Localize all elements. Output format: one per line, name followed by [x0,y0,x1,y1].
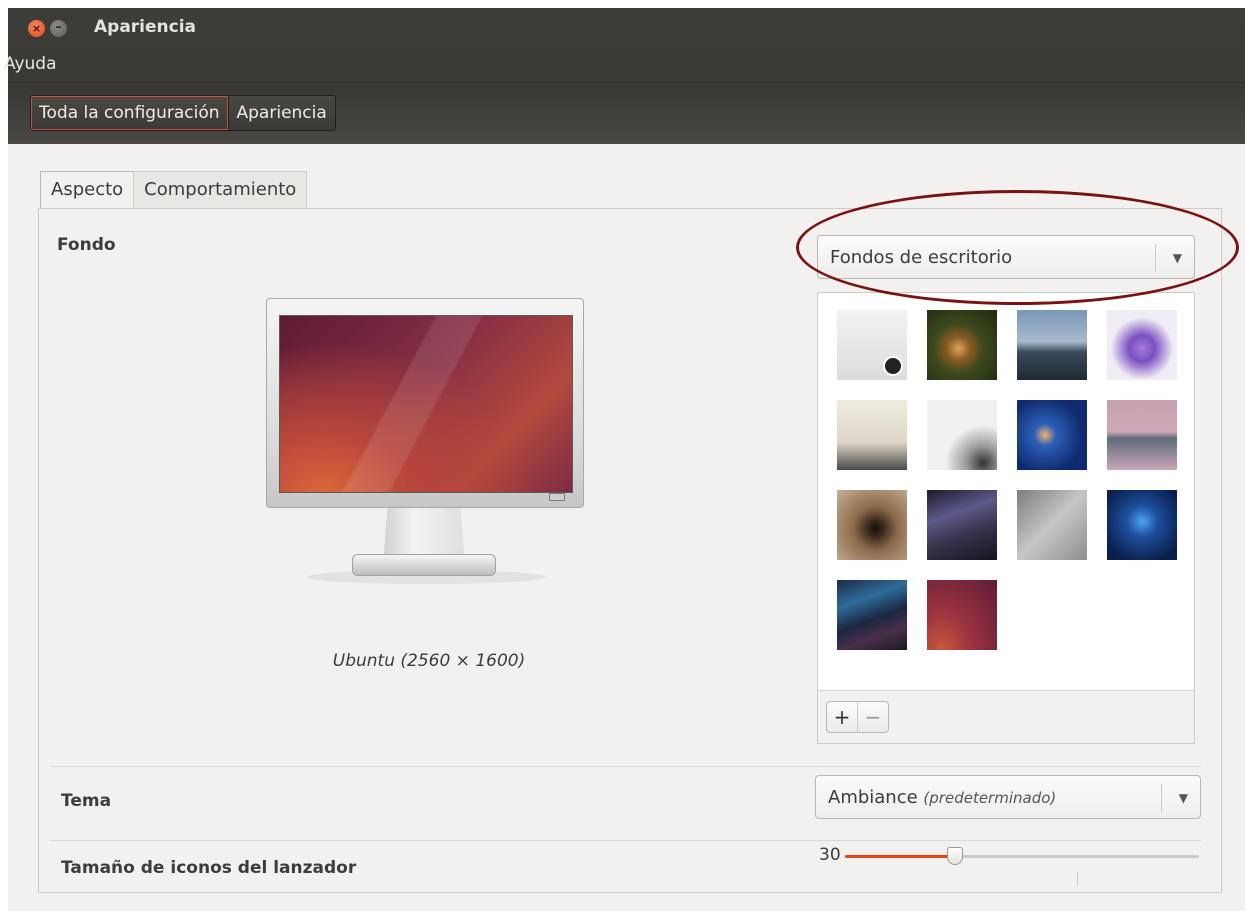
wallpaper-source-select[interactable]: Fondos de escritorio ▼ [817,235,1195,279]
wallpaper-thumb-8[interactable] [1107,400,1177,470]
wallpaper-thumb-13[interactable] [837,580,907,650]
monitor-screen [279,315,573,493]
wallpaper-thumb-9[interactable] [837,490,907,560]
theme-select-text: Ambiance (predeterminado) [828,776,1056,820]
window-title: Apariencia [94,17,197,37]
monitor-frame [266,298,584,508]
launcher-icon-size-value: 30 [819,845,841,865]
slider-fill [845,855,955,858]
monitor-base [352,554,496,576]
wallpaper-thumb-5[interactable] [837,400,907,470]
close-icon[interactable]: × [28,20,45,37]
wallpaper-source-value: Fondos de escritorio [830,247,1013,268]
combo-separator [1155,244,1156,272]
wallpaper-preview [266,298,586,588]
wallpaper-grid: + − [817,292,1195,744]
wallpaper-thumb-6[interactable] [927,400,997,470]
wallpaper-thumb-7[interactable] [1017,400,1087,470]
menu-item-ayuda[interactable]: Ayuda [4,54,57,74]
breadcrumb-appearance[interactable]: Apariencia [229,96,335,130]
wallpaper-thumb-4[interactable] [1107,310,1177,380]
preview-caption: Ubuntu (2560 × 1600) [332,651,526,671]
selected-check-icon [883,356,903,376]
section-divider [51,766,1201,767]
minimize-icon[interactable]: – [50,20,67,37]
triangle-down-icon: ▼ [1172,251,1182,265]
remove-wallpaper-button[interactable]: − [857,702,888,732]
monitor-stand [383,506,465,558]
tema-label: Tema [61,791,112,811]
breadcrumb: Toda la configuración Apariencia [30,95,336,131]
tab-page-aspecto: Fondo Fondos de escritorio ▼ Ubuntu (256… [38,208,1222,893]
wallpaper-thumb-14[interactable] [927,580,997,650]
tab-bar: Aspecto Comportamiento [40,171,308,210]
launcher-icon-size-slider[interactable] [845,847,1199,865]
monitor-led-icon [549,493,565,501]
fondo-label: Fondo [57,235,116,255]
wallpaper-thumb-2[interactable] [927,310,997,380]
wallpaper-thumb-11[interactable] [1017,490,1087,560]
triangle-down-icon: ▼ [1178,791,1188,805]
appearance-window: × – Apariencia Ayuda Toda la configuraci… [4,8,1245,911]
breadcrumb-all-settings[interactable]: Toda la configuración [31,96,229,130]
combo-separator [1161,784,1162,812]
tab-aspecto[interactable]: Aspecto [40,171,135,210]
slider-knob[interactable] [946,847,963,865]
wallpaper-thumb-10[interactable] [927,490,997,560]
add-wallpaper-button[interactable]: + [827,702,857,732]
add-remove-buttons: + − [826,701,889,733]
tab-comportamiento[interactable]: Comportamiento [133,171,308,209]
theme-select[interactable]: Ambiance (predeterminado) ▼ [815,775,1201,819]
launcher-icon-size-label: Tamaño de iconos del lanzador [61,858,357,878]
section-divider [51,840,1201,841]
slider-tick-mark [1077,872,1078,886]
toolbar: Toda la configuración Apariencia [8,82,1245,145]
wallpaper-thumb-12[interactable] [1107,490,1177,560]
wallpaper-thumb-1[interactable] [837,310,907,380]
theme-hint: (predeterminado) [923,789,1057,807]
menu-bar: Ayuda [4,52,1245,82]
wallpaper-grid-toolbar: + − [818,690,1194,743]
theme-value: Ambiance [828,787,918,808]
wallpaper-thumb-3[interactable] [1017,310,1087,380]
title-bar: × – Apariencia Ayuda Toda la configuraci… [4,8,1245,145]
